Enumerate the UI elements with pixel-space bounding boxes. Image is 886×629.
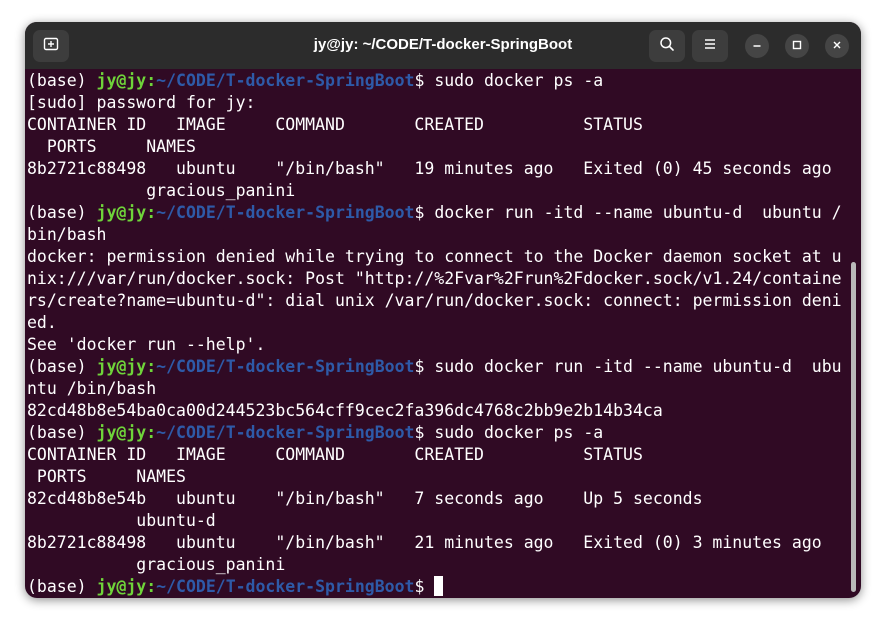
output-line: [sudo] password for jy: [27,93,256,112]
text-cursor [434,576,444,596]
output-line: CONTAINER ID IMAGE COMMAND CREATED STATU… [27,115,643,134]
prompt-user-host: jy@jy [96,203,147,222]
output-line: bin/bash [27,225,107,244]
prompt-user-host: jy@jy [96,577,147,596]
terminal-output[interactable]: (base) jy@jy:~/CODE/T-docker-SpringBoot$… [27,70,853,598]
prompt-symbol: $ [414,71,435,90]
prompt-symbol: $ [414,203,435,222]
prompt-symbol: $ [414,577,435,596]
prompt-env: (base) [27,71,97,90]
prompt-env: (base) [27,203,97,222]
prompt-separator: : [146,203,157,222]
output-line: See 'docker run --help'. [27,335,266,354]
prompt-path: ~/CODE/T-docker-SpringBoot [156,71,415,90]
maximize-button[interactable] [785,34,809,58]
command-text: sudo docker ps -a [434,71,604,90]
close-icon [832,37,842,55]
output-line: PORTS NAMES [27,467,186,486]
prompt-user-host: jy@jy [96,423,147,442]
prompt-line: (base) jy@jy:~/CODE/T-docker-SpringBoot$… [27,422,853,444]
output-line: nix:///var/run/docker.sock: Post "http:/… [27,269,842,288]
prompt-line: (base) jy@jy:~/CODE/T-docker-SpringBoot$ [27,576,853,598]
output-line: 8b2721c88498 ubuntu "/bin/bash" 21 minut… [27,533,822,552]
output-line: ntu /bin/bash [27,379,157,398]
window-title: jy@jy: ~/CODE/T-docker-SpringBoot [313,36,573,53]
output-line: rs/create?name=ubuntu-d": dial unix /var… [27,291,842,310]
hamburger-menu-icon [703,37,717,56]
title-bar[interactable]: jy@jy: ~/CODE/T-docker-SpringBoot [25,22,861,69]
prompt-env: (base) [27,357,97,376]
output-line: 82cd48b8e54b ubuntu "/bin/bash" 7 second… [27,489,703,508]
prompt-path: ~/CODE/T-docker-SpringBoot [156,203,415,222]
output-line: CONTAINER ID IMAGE COMMAND CREATED STATU… [27,445,643,464]
scrollbar[interactable] [851,262,856,592]
prompt-line: (base) jy@jy:~/CODE/T-docker-SpringBoot$… [27,70,853,92]
prompt-path: ~/CODE/T-docker-SpringBoot [156,357,415,376]
close-button[interactable] [825,34,849,58]
minimize-icon [752,37,762,55]
prompt-env: (base) [27,423,97,442]
output-line: gracious_panini [27,181,296,200]
output-line: ed. [27,313,57,332]
maximize-icon [792,37,802,55]
prompt-separator: : [146,577,157,596]
prompt-user-host: jy@jy [96,357,147,376]
prompt-user-host: jy@jy [96,71,147,90]
prompt-env: (base) [27,577,97,596]
prompt-separator: : [146,423,157,442]
command-text: docker run -itd --name ubuntu-d ubuntu / [434,203,842,222]
command-text: sudo docker run -itd --name ubuntu-d ubu [434,357,842,376]
search-icon [659,36,675,57]
prompt-separator: : [146,71,157,90]
output-line: PORTS NAMES [27,137,196,156]
output-line: gracious_panini [27,555,286,574]
output-line: ubuntu-d [27,511,216,530]
minimize-button[interactable] [745,34,769,58]
prompt-line: (base) jy@jy:~/CODE/T-docker-SpringBoot$… [27,202,853,224]
prompt-symbol: $ [414,423,435,442]
prompt-path: ~/CODE/T-docker-SpringBoot [156,577,415,596]
menu-button[interactable] [692,30,728,62]
output-line: 8b2721c88498 ubuntu "/bin/bash" 19 minut… [27,159,832,178]
terminal-window: jy@jy: ~/CODE/T-docker-SpringBoot (base)… [25,22,861,598]
search-button[interactable] [649,30,685,62]
prompt-separator: : [146,357,157,376]
prompt-line: (base) jy@jy:~/CODE/T-docker-SpringBoot$… [27,356,853,378]
command-text: sudo docker ps -a [434,423,604,442]
output-line: 82cd48b8e54ba0ca00d244523bc564cff9cec2fa… [27,401,663,420]
prompt-symbol: $ [414,357,435,376]
prompt-path: ~/CODE/T-docker-SpringBoot [156,423,415,442]
output-line: docker: permission denied while trying t… [27,247,842,266]
